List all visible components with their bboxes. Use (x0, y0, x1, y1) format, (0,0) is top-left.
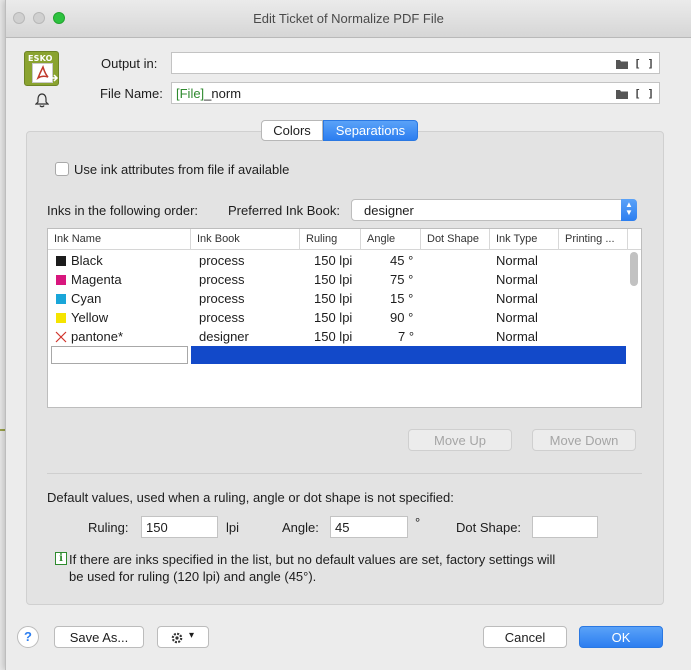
output-in-field[interactable]: [ ] (171, 52, 660, 74)
esko-pdf-icon: ESKO (24, 51, 59, 86)
output-in-label: Output in: (101, 56, 158, 71)
file-name-field[interactable]: [File]_norm [ ] (171, 82, 660, 104)
file-token: [File] (176, 86, 205, 101)
ink-angle: 7 ° (398, 329, 415, 344)
ink-angle: 75 ° (390, 272, 414, 287)
window-title: Edit Ticket of Normalize PDF File (253, 11, 444, 26)
ink-name: pantone* (71, 329, 124, 344)
preferred-ink-book-select[interactable]: designer ▲ ▼ (351, 199, 637, 221)
column-header-angle[interactable]: Angle (361, 229, 421, 250)
arrow-icon (51, 74, 59, 82)
ink-angle: 90 ° (390, 310, 414, 325)
ink-name: Magenta (71, 272, 122, 287)
ink-name: Black (71, 253, 103, 268)
no-swatch-x-icon (55, 331, 67, 343)
variable-bracket-icon[interactable]: [ ] (634, 57, 654, 70)
new-ink-name-input[interactable] (51, 346, 188, 364)
ink-name: Cyan (71, 291, 102, 306)
table-row[interactable]: Yellow process 150 lpi 90 ° Normal (48, 308, 628, 327)
move-up-button[interactable]: Move Up (408, 429, 512, 451)
ink-type: Normal (496, 291, 538, 306)
ink-swatch (56, 256, 66, 266)
ink-angle: 15 ° (390, 291, 414, 306)
column-header-ruling[interactable]: Ruling (300, 229, 361, 250)
select-arrows-icon: ▲ ▼ (621, 199, 637, 221)
ink-swatch (56, 294, 66, 304)
bell-icon[interactable] (35, 93, 49, 108)
tab-bar: Colors Separations (261, 120, 418, 141)
gear-icon (171, 632, 183, 644)
settings-menu-button[interactable]: ▾ (157, 626, 209, 648)
ink-book: designer (199, 329, 249, 344)
table-row[interactable]: Black process 150 lpi 45 ° Normal (48, 251, 628, 270)
ink-type: Normal (496, 253, 538, 268)
ruling-unit: lpi (226, 520, 240, 535)
save-as-button[interactable]: Save As... (54, 626, 144, 648)
esko-tag: ESKO (28, 54, 53, 63)
variable-bracket-icon[interactable]: [ ] (634, 87, 654, 100)
ruling-label: Ruling: (88, 520, 129, 535)
ink-swatch (56, 313, 66, 323)
help-button[interactable]: ? (17, 626, 39, 648)
defaults-label: Default values, used when a ruling, angl… (47, 490, 454, 505)
angle-label: Angle: (282, 520, 319, 535)
column-header-ink-name[interactable]: Ink Name (48, 229, 191, 250)
ink-table: Ink Name Ink Book Ruling Angle Dot Shape… (47, 228, 642, 408)
file-name-label: File Name: (100, 86, 163, 101)
tab-colors[interactable]: Colors (261, 120, 323, 141)
use-ink-attributes-checkbox[interactable] (55, 162, 69, 176)
ink-ruling: 150 lpi (314, 272, 353, 287)
ink-ruling: 150 lpi (314, 291, 353, 306)
ink-type: Normal (496, 310, 538, 325)
chevron-down-icon: ▾ (189, 630, 195, 641)
angle-input[interactable]: 45 (330, 516, 408, 538)
section-divider (47, 473, 642, 474)
ink-book: process (199, 272, 245, 287)
table-row[interactable]: Magenta process 150 lpi 75 ° Normal (48, 270, 628, 289)
folder-icon[interactable] (616, 89, 629, 99)
column-header-ink-type[interactable]: Ink Type (490, 229, 559, 250)
info-text-line-2: be used for ruling (120 lpi) and angle (… (69, 569, 317, 584)
ink-ruling: 150 lpi (314, 253, 353, 268)
tab-separations[interactable]: Separations (323, 120, 418, 141)
ink-name: Yellow (71, 310, 109, 325)
use-ink-attributes-label: Use ink attributes from file if availabl… (74, 162, 290, 177)
column-header-dot-shape[interactable]: Dot Shape (421, 229, 490, 250)
column-header-ink-book[interactable]: Ink Book (191, 229, 300, 250)
ink-ruling: 150 lpi (314, 310, 353, 325)
dot-shape-label: Dot Shape: (456, 520, 522, 535)
ink-book: process (199, 253, 245, 268)
ink-book: process (199, 310, 245, 325)
angle-unit: ° (415, 515, 421, 530)
table-row[interactable]: Cyan process 150 lpi 15 ° Normal (48, 289, 628, 308)
dot-shape-input[interactable] (532, 516, 598, 538)
move-down-button[interactable]: Move Down (532, 429, 636, 451)
ink-ruling: 150 lpi (314, 329, 353, 344)
table-header: Ink Name Ink Book Ruling Angle Dot Shape… (48, 229, 641, 250)
new-ink-row-selection[interactable] (191, 346, 626, 364)
info-icon: i (55, 552, 67, 565)
inks-order-label: Inks in the following order: (47, 203, 199, 218)
ink-swatch (56, 275, 66, 285)
preferred-ink-book-label: Preferred Ink Book: (228, 203, 340, 218)
info-text: If there are inks specified in the list,… (69, 551, 629, 585)
folder-icon[interactable] (616, 59, 629, 69)
info-text-line-1: If there are inks specified in the list,… (69, 552, 556, 567)
ink-book: process (199, 291, 245, 306)
table-scrollbar[interactable] (630, 252, 638, 286)
pdf-icon (36, 65, 49, 80)
ok-button[interactable]: OK (579, 626, 663, 648)
title-bar: Edit Ticket of Normalize PDF File (6, 0, 691, 38)
new-ink-row[interactable] (48, 346, 628, 364)
column-header-printing[interactable]: Printing ... (559, 229, 628, 250)
ruling-input[interactable]: 150 (141, 516, 218, 538)
cancel-button[interactable]: Cancel (483, 626, 567, 648)
file-suffix: _norm (204, 86, 242, 101)
ink-type: Normal (496, 272, 538, 287)
table-row[interactable]: pantone* designer 150 lpi 7 ° Normal (48, 327, 628, 346)
ink-angle: 45 ° (390, 253, 414, 268)
preferred-ink-book-value: designer (364, 203, 414, 218)
ink-type: Normal (496, 329, 538, 344)
